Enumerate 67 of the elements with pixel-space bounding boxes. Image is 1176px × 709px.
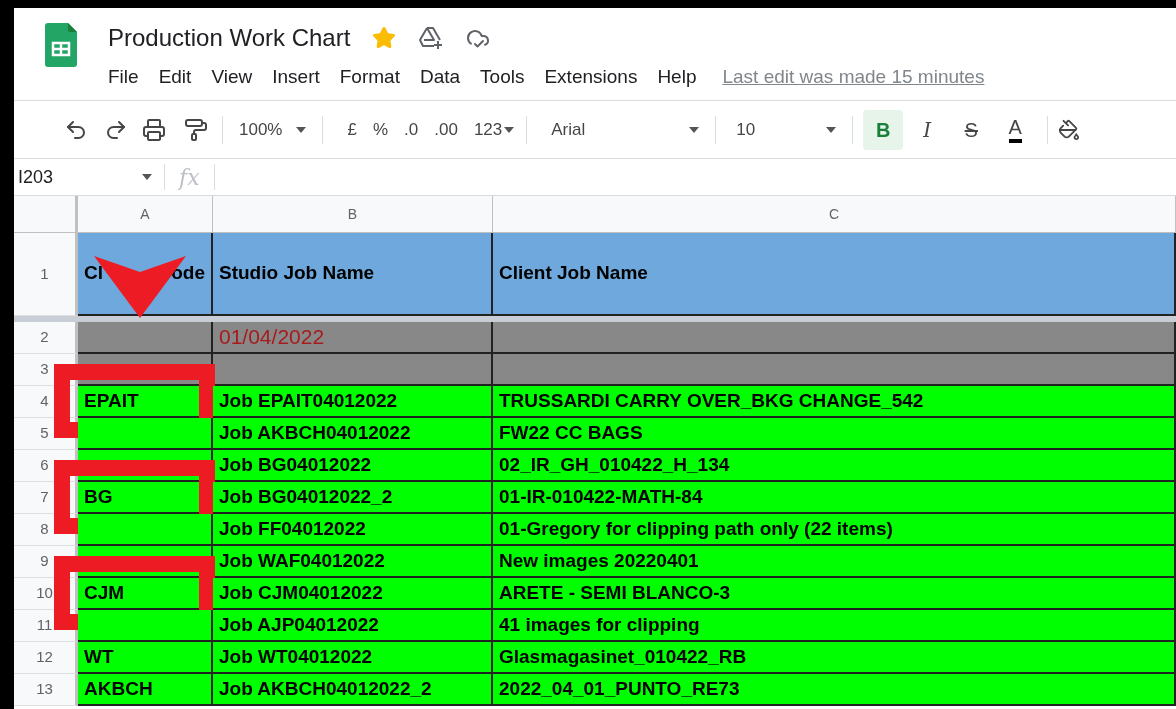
caret-icon [296,126,307,133]
table-cell: Job WAF04012022 [213,546,493,578]
format-button[interactable]: S [951,109,992,150]
number-format-button[interactable]: .0 [396,116,427,143]
table-cell: Job FF04012022 [213,514,493,546]
menu-item[interactable]: Insert [262,62,330,92]
number-format-button[interactable]: % [364,116,397,143]
menu-item[interactable]: Format [329,62,410,92]
caret-icon [689,126,700,133]
spreadsheet-logo[interactable] [45,23,77,67]
table-cell: 01-IR-010422-MATH-84 [493,482,1176,514]
fx-label: fx [176,163,201,192]
cell-text: Cl [84,261,103,286]
table-cell: Glasmagasinet_010422_RB [493,642,1176,674]
drive-add-icon[interactable] [418,26,445,50]
number-format-button[interactable]: .00 [426,116,466,143]
table-cell: Job AKBCH04012022 [213,418,493,450]
caret-icon [504,126,515,133]
row-number[interactable]: 13 [14,674,78,706]
print-icon[interactable] [142,117,166,142]
format-button[interactable]: I [907,109,948,150]
caret-icon [142,174,152,180]
star-icon[interactable] [372,26,397,50]
document-title[interactable]: Production Work Chart [108,20,351,56]
table-cell: 02_IR_GH_010422_H_134 [493,450,1176,482]
number-format-button[interactable]: £ [339,116,365,143]
table-cell: 01/04/2022 [213,322,493,354]
table-cell: 01-Gregory for clipping path only (22 items) [493,514,1176,546]
table-cell: WT [78,642,213,674]
table-cell: Job CJM04012022 [213,578,493,610]
cell-text: ode [171,261,205,286]
table-cell: Job EPAIT04012022 [213,386,493,418]
table-cell: FW22 CC BAGS [493,418,1176,450]
table-cell: Client Job Name [493,233,1176,316]
font-size-dropdown[interactable]: 10 [736,116,837,143]
caret-icon [826,126,837,133]
menu-item[interactable]: Extensions [534,62,648,92]
table-cell: New images 20220401 [493,546,1176,578]
table-cell: Job BG04012022_2 [213,482,493,514]
row-number[interactable]: 12 [14,642,78,674]
table-cell: ARETE - SEMI BLANCO-3 [493,578,1176,610]
menu-item[interactable]: Data [409,62,471,92]
table-cell: Job BG04012022 [213,450,493,482]
row-number[interactable]: 1 [14,233,78,316]
font-dropdown[interactable]: Arial [551,116,700,143]
table-cell: Studio Job Name [213,233,493,316]
table-cell: Job AJP04012022 [213,610,493,642]
format-button[interactable]: B [863,109,904,150]
name-box[interactable]: I203 [14,163,164,191]
zoom-dropdown[interactable]: 100% [239,116,307,143]
table-cell: 2022_04_01_PUNTO_RE73 [493,674,1176,706]
table-cell: 41 images for clipping [493,610,1176,642]
paint-format-icon[interactable] [184,117,208,142]
fill-color-icon[interactable] [1058,118,1081,141]
number-format-button[interactable]: 123 [465,116,511,143]
table-cell: TRUSSARDI CARRY OVER_BKG CHANGE_542 [493,386,1176,418]
menu-item[interactable]: Edit [148,62,202,92]
menu-item[interactable]: Tools [470,62,535,92]
menu-item[interactable]: Help [647,62,707,92]
table-cell: Job AKBCH04012022_2 [213,674,493,706]
menu-item[interactable]: View [201,62,263,92]
format-button[interactable]: A [995,109,1036,150]
row-number[interactable]: 2 [14,322,78,354]
table-cell: Job WT04012022 [213,642,493,674]
menu-item[interactable]: File [108,62,149,92]
table-cell: AKBCH [78,674,213,706]
last-edit-link[interactable]: Last edit was made 15 minutes [722,62,985,92]
